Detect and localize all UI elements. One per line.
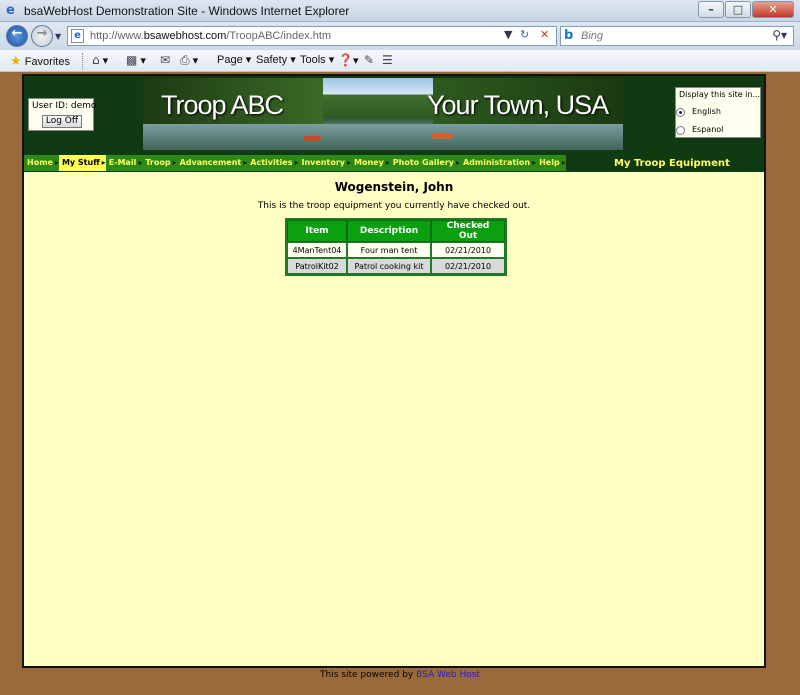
menu-activities[interactable]: Activities — [247, 155, 299, 171]
home-button[interactable]: ⌂ ▾ — [92, 53, 108, 67]
browser-window: e bsaWebHost Demonstration Site - Window… — [0, 0, 800, 695]
cell-description: Patrol cooking kit — [347, 258, 431, 274]
minimize-button[interactable]: – — [698, 1, 724, 18]
home-icon: ⌂ — [92, 53, 100, 67]
menu-email[interactable]: E-Mail — [105, 155, 143, 171]
banner-image: Troop ABC Your Town, USA — [143, 78, 623, 150]
footer-link[interactable]: BSA Web Host — [416, 670, 480, 680]
mail-icon: ✉ — [160, 53, 171, 67]
translate-button[interactable]: ☰ — [382, 53, 393, 67]
menu-troop[interactable]: Troop — [142, 155, 177, 171]
language-option-espanol[interactable]: Espanol — [676, 125, 724, 135]
radio-espanol[interactable] — [676, 126, 685, 135]
site-header: User ID: demo Log Off Troop ABC Your Tow… — [24, 76, 764, 154]
table-row: 4ManTent04 Four man tent 02/21/2010 — [287, 242, 505, 258]
menu-home[interactable]: Home — [24, 155, 59, 171]
search-input[interactable]: Bing — [581, 30, 603, 42]
maximize-button[interactable]: □ — [725, 1, 751, 18]
menu-inventory[interactable]: Inventory — [298, 155, 351, 171]
tools-menu[interactable]: Tools ▾ — [300, 53, 334, 66]
table-row: PatrolKit02 Patrol cooking kit 02/21/201… — [287, 258, 505, 274]
login-box: User ID: demo Log Off — [28, 98, 97, 131]
url-text[interactable]: http://www.bsawebhost.com/TroopABC/index… — [90, 30, 331, 42]
language-selector: Display this site in... English Espanol — [675, 87, 761, 138]
separator — [82, 53, 83, 69]
cell-checked-out: 02/21/2010 — [431, 258, 505, 274]
banner-troop-name: Troop ABC — [161, 90, 284, 120]
favorites-bar: ★ Favorites ⌂ ▾ ▩ ▾ ✉ ⎙ ▾ Page ▾ Safety … — [0, 50, 800, 72]
research-icon: ✎ — [364, 53, 375, 67]
close-button[interactable]: ✕ — [752, 1, 794, 18]
help-button[interactable]: ❓▾ — [338, 53, 358, 67]
bing-icon: b — [564, 28, 574, 43]
language-label-english: English — [692, 107, 721, 116]
rss-icon: ▩ — [126, 53, 138, 67]
user-id-text: User ID: demo — [32, 101, 97, 111]
banner-town-name: Your Town, USA — [427, 90, 609, 120]
site-menu: Home My Stuff E-Mail Troop Advancement A… — [24, 155, 566, 171]
search-box[interactable]: b Bing ⚲▾ — [560, 26, 794, 46]
page-icon: e — [71, 29, 84, 43]
favorites-button[interactable]: ★ Favorites — [10, 53, 70, 69]
print-button[interactable]: ⎙ ▾ — [180, 53, 198, 68]
translate-icon: ☰ — [382, 53, 393, 67]
cell-description: Four man tent — [347, 242, 431, 258]
site-container: User ID: demo Log Off Troop ABC Your Tow… — [22, 74, 766, 668]
menu-help[interactable]: Help — [536, 155, 566, 171]
address-dropdown-icon[interactable]: ▼ — [504, 28, 512, 41]
address-toolbar: ← → ▼ e http://www.bsawebhost.com/TroopA… — [0, 22, 800, 50]
equipment-table: Item Description Checked Out 4ManTent04 … — [285, 218, 507, 276]
window-controls: – □ ✕ — [698, 1, 794, 18]
window-title: bsaWebHost Demonstration Site - Windows … — [24, 4, 350, 18]
section-title: My Troop Equipment — [614, 158, 730, 169]
menu-photo-gallery[interactable]: Photo Gallery — [389, 155, 460, 171]
stop-icon[interactable]: ✕ — [540, 28, 549, 41]
site-footer: This site powered by BSA Web Host — [0, 670, 800, 690]
title-bar: e bsaWebHost Demonstration Site - Window… — [0, 0, 800, 22]
feeds-button[interactable]: ▩ ▾ — [126, 53, 146, 67]
member-name: Wogenstein, John — [334, 180, 454, 194]
search-icon[interactable]: ⚲▾ — [772, 28, 787, 42]
language-option-english[interactable]: English — [676, 107, 721, 117]
research-button[interactable]: ✎ — [364, 53, 374, 67]
safety-menu[interactable]: Safety ▾ — [256, 53, 296, 66]
column-header-description: Description — [347, 220, 431, 242]
language-title: Display this site in... — [679, 90, 761, 99]
star-icon: ★ — [10, 53, 22, 68]
banner-water — [143, 124, 623, 150]
cell-checked-out: 02/21/2010 — [431, 242, 505, 258]
menu-my-stuff[interactable]: My Stuff — [58, 155, 106, 171]
menu-money[interactable]: Money — [350, 155, 390, 171]
banner-canoe — [431, 133, 453, 139]
internet-explorer-icon: e — [6, 3, 15, 18]
column-header-item: Item — [287, 220, 347, 242]
language-label-espanol: Espanol — [692, 125, 724, 134]
radio-english[interactable] — [676, 108, 685, 117]
cell-item: 4ManTent04 — [287, 242, 347, 258]
menu-administration[interactable]: Administration — [459, 155, 536, 171]
site-menu-bar: Home My Stuff E-Mail Troop Advancement A… — [24, 154, 764, 172]
table-header-row: Item Description Checked Out — [287, 220, 505, 242]
page-menu[interactable]: Page ▾ — [217, 53, 251, 66]
log-off-button[interactable]: Log Off — [42, 115, 82, 128]
column-header-checked-out: Checked Out — [431, 220, 505, 242]
back-button[interactable]: ← — [6, 25, 28, 47]
forward-button[interactable]: → — [31, 25, 53, 47]
address-field[interactable]: e http://www.bsawebhost.com/TroopABC/ind… — [67, 26, 557, 46]
footer-text: This site powered by — [320, 670, 414, 680]
page-description: This is the troop equipment you currentl… — [257, 201, 531, 211]
menu-advancement[interactable]: Advancement — [176, 155, 248, 171]
printer-icon: ⎙ — [180, 53, 190, 67]
help-icon: ❓ — [338, 53, 353, 67]
page-background: User ID: demo Log Off Troop ABC Your Tow… — [0, 72, 800, 695]
cell-item: PatrolKit02 — [287, 258, 347, 274]
recent-pages-dropdown-icon[interactable]: ▼ — [55, 32, 61, 41]
mail-button[interactable]: ✉ — [160, 53, 170, 67]
banner-canoe — [303, 136, 321, 141]
refresh-icon[interactable]: ↻ — [520, 28, 529, 41]
